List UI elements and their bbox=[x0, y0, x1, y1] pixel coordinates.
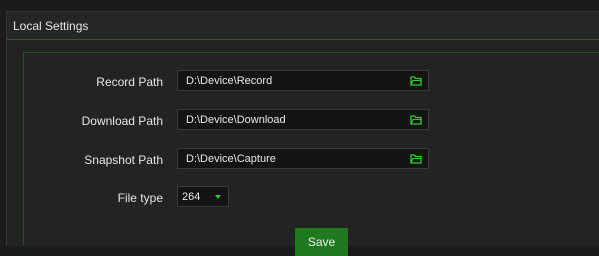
folder-icon[interactable] bbox=[410, 153, 422, 164]
record-path-row: Record Path D:\Device\Record bbox=[24, 70, 464, 96]
record-path-value: D:\Device\Record bbox=[186, 75, 273, 87]
folder-icon[interactable] bbox=[410, 114, 422, 125]
record-path-label: Record Path bbox=[96, 75, 163, 89]
snapshot-path-row: Snapshot Path D:\Device\Capture bbox=[24, 148, 464, 174]
download-path-field[interactable]: D:\Device\Download bbox=[177, 109, 429, 130]
file-type-row: File type 264 bbox=[24, 186, 464, 212]
panel-header: Local Settings bbox=[7, 12, 599, 40]
settings-form: Record Path D:\Device\Record Download Pa… bbox=[23, 52, 599, 256]
snapshot-path-label: Snapshot Path bbox=[84, 153, 163, 167]
folder-icon[interactable] bbox=[410, 75, 422, 86]
snapshot-path-field[interactable]: D:\Device\Capture bbox=[177, 148, 429, 169]
file-type-value: 264 bbox=[182, 191, 201, 203]
download-path-label: Download Path bbox=[81, 114, 163, 128]
chevron-down-icon[interactable] bbox=[215, 195, 221, 199]
download-path-row: Download Path D:\Device\Download bbox=[24, 109, 464, 135]
snapshot-path-value: D:\Device\Capture bbox=[186, 153, 276, 165]
panel-title: Local Settings bbox=[13, 19, 89, 33]
file-type-label: File type bbox=[117, 191, 163, 205]
record-path-field[interactable]: D:\Device\Record bbox=[177, 70, 429, 91]
local-settings-panel: Local Settings Record Path D:\Device\Rec… bbox=[6, 11, 599, 256]
save-button[interactable]: Save bbox=[295, 228, 348, 256]
download-path-value: D:\Device\Download bbox=[186, 114, 286, 126]
file-type-select[interactable]: 264 bbox=[177, 186, 229, 207]
